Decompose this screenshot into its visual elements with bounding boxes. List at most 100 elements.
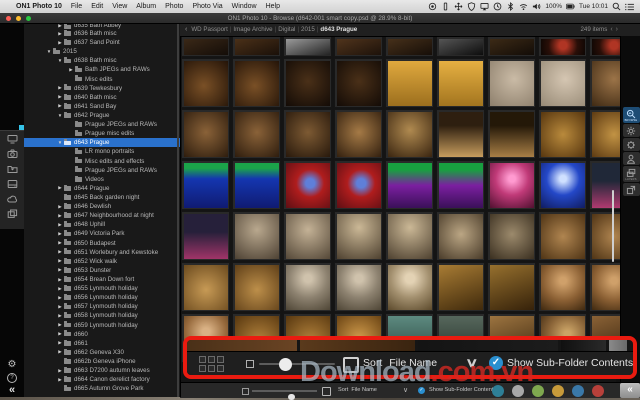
color-label-dot-4[interactable] [552, 385, 564, 397]
folder-tree-item-d645-back-garden-night[interactable]: d645 Back garden night [24, 193, 180, 202]
folder-tree-item-d660[interactable]: ▶d660 [24, 330, 180, 339]
photo-thumbnail[interactable] [487, 262, 536, 312]
photo-thumbnail[interactable] [232, 262, 281, 312]
disclosure-triangle-icon[interactable]: ▼ [57, 113, 63, 118]
photo-thumbnail[interactable] [334, 160, 383, 210]
folder-tree-item-d636-bath-misc[interactable]: ▶d636 Bath misc [24, 29, 180, 38]
camera-lens-icon[interactable] [428, 2, 437, 11]
folder-tree-item-d662-geneva-x30[interactable]: ▶d662 Geneva X30 [24, 348, 180, 357]
menu-item-view[interactable]: View [112, 3, 127, 10]
help-icon[interactable]: ? [7, 373, 17, 383]
folder-tree-item-d661[interactable]: ▶d661 [24, 339, 180, 348]
folder-tree-item-prague-jpegs-and-raws[interactable]: Prague JPEGs and RAWs [24, 120, 180, 129]
preferences-gear-icon[interactable]: ⚙ [8, 360, 17, 370]
disclosure-triangle-icon[interactable]: ▶ [57, 222, 63, 228]
photo-thumbnail[interactable] [538, 160, 587, 210]
disclosure-triangle-icon[interactable]: ▶ [57, 31, 63, 37]
folder-tree-item-d642-prague[interactable]: ▼d642 Prague [24, 111, 180, 120]
page-prev-icon[interactable]: ‹ [610, 26, 612, 33]
menu-item-photo-via[interactable]: Photo Via [192, 3, 222, 10]
photo-thumbnail[interactable] [334, 109, 383, 159]
photo-thumbnail[interactable] [436, 58, 485, 108]
collapse-left-panel-icon[interactable]: « [9, 386, 15, 395]
disclosure-triangle-icon[interactable]: ▶ [57, 213, 63, 219]
disclosure-triangle-icon[interactable]: ▶ [57, 249, 63, 255]
folder-tree-item-d641-sand-bay[interactable]: ▶d641 Sand Bay [24, 102, 180, 111]
disclosure-triangle-icon[interactable]: ▶ [57, 103, 63, 109]
folder-tree-item-videos[interactable]: Videos [24, 175, 180, 184]
folder-tree-item-d662b-geneva-iphone[interactable]: d662b Geneva iPhone [24, 357, 180, 366]
disclosure-triangle-icon[interactable]: ▶ [57, 40, 63, 46]
photo-thumbnail[interactable] [181, 262, 230, 312]
photo-thumbnail[interactable] [538, 262, 587, 312]
photo-thumbnail[interactable] [181, 160, 230, 210]
photo-thumbnail[interactable] [487, 36, 536, 57]
folder-tree-item-d656-lynmouth-holiday[interactable]: ▶d656 Lynmouth holiday [24, 293, 180, 302]
folder-tree-item-2015[interactable]: ▼2015 [24, 47, 180, 56]
wifi-icon[interactable] [519, 2, 528, 11]
photo-thumbnail[interactable] [385, 262, 434, 312]
module-enhance-button[interactable] [623, 124, 640, 137]
disclosure-triangle-icon[interactable]: ▼ [57, 58, 63, 63]
shield-icon[interactable] [467, 2, 476, 11]
menu-item-file[interactable]: File [71, 3, 82, 10]
folder-tree-item-d646-dewlish[interactable]: ▶d646 Dewlish [24, 202, 180, 211]
folder-tree-item-d651-worlebury-and-kewstoke[interactable]: ▶d651 Worlebury and Kewstoke [24, 248, 180, 257]
airplay-display-icon[interactable] [480, 2, 489, 11]
folder-tree-item-d665-autumn-grove-park[interactable]: d665 Autumn Grove Park [24, 384, 180, 393]
cloud-icon[interactable] [0, 191, 24, 206]
menu-item-edit[interactable]: Edit [91, 3, 103, 10]
folder-tree-item-d659-lynmouth-holiday[interactable]: ▶d659 Lynmouth holiday [24, 321, 180, 330]
photo-thumbnail[interactable] [283, 36, 332, 57]
disclosure-triangle-icon[interactable]: ▶ [57, 368, 63, 374]
color-label-dot-3[interactable] [532, 385, 544, 397]
camera-icon[interactable] [0, 146, 24, 161]
display-icon[interactable] [0, 131, 24, 146]
app-menu-title[interactable]: ON1 Photo 10 [16, 3, 62, 10]
clock-icon[interactable] [493, 2, 502, 11]
photo-thumbnail[interactable] [487, 109, 536, 159]
folder-tree-item-d655-lynmouth-holiday[interactable]: ▶d655 Lynmouth holiday [24, 284, 180, 293]
photo-thumbnail[interactable] [436, 36, 485, 57]
photo-thumbnail[interactable] [385, 36, 434, 57]
disclosure-triangle-icon[interactable]: ▶ [57, 349, 63, 355]
thumbnail-size-slider[interactable] [252, 390, 317, 392]
folder-tree-item-misc-edits[interactable]: Misc edits [24, 75, 180, 84]
collapse-filmstrip-button[interactable]: « [620, 383, 640, 398]
menu-item-album[interactable]: Album [136, 3, 156, 10]
disclosure-triangle-icon[interactable]: ▶ [57, 322, 63, 328]
module-browse-button[interactable]: BROWSE [623, 107, 640, 123]
module-resize-button[interactable] [623, 183, 640, 196]
photo-thumbnail[interactable] [232, 160, 281, 210]
menu-item-window[interactable]: Window [232, 3, 257, 10]
folder-tree-item-d648-uphill[interactable]: ▶d648 Uphill [24, 220, 180, 229]
folder-tree-item-d650-budapest[interactable]: ▶d650 Budapest [24, 239, 180, 248]
folder-tree-scrollbar[interactable] [177, 23, 179, 397]
photo-thumbnail[interactable] [436, 160, 485, 210]
folder-tree-item-d664-canon-derelict-factory[interactable]: ▶d664 Canon derelict factory [24, 375, 180, 384]
photo-thumbnail[interactable] [181, 58, 230, 108]
photo-thumbnail[interactable] [181, 36, 230, 57]
disclosure-triangle-icon[interactable]: ▶ [57, 377, 63, 383]
page-next-icon[interactable]: › [616, 26, 618, 33]
menu-bar-clock[interactable]: Tue 10:01 [579, 3, 608, 10]
photo-thumbnail[interactable] [538, 58, 587, 108]
disclosure-triangle-icon[interactable]: ▶ [57, 258, 63, 264]
photo-thumbnail[interactable] [487, 160, 536, 210]
disclosure-triangle-icon[interactable]: ▶ [57, 204, 63, 210]
folder-tree-item-d663-d7200-autumn-leaves[interactable]: ▶d663 D7200 autumn leaves [24, 366, 180, 375]
menu-item-help[interactable]: Help [266, 3, 280, 10]
menu-item-photo[interactable]: Photo [165, 3, 183, 10]
color-label-dot-5[interactable] [572, 385, 584, 397]
grid-scrollbar[interactable] [612, 190, 614, 262]
photo-thumbnail[interactable] [385, 160, 434, 210]
photo-thumbnail[interactable] [487, 58, 536, 108]
photo-thumbnail[interactable] [334, 58, 383, 108]
disclosure-triangle-icon[interactable]: ▼ [46, 49, 52, 54]
battery-small-icon[interactable] [441, 2, 450, 11]
folder-tree-item-bath-jpegs-and-raws[interactable]: ▶Bath JPEGs and RAWs [24, 65, 180, 74]
disclosure-triangle-icon[interactable]: ▶ [57, 295, 63, 301]
photo-thumbnail[interactable] [385, 109, 434, 159]
folder-tree-item-d643-prague[interactable]: ▼d643 Prague [24, 138, 180, 147]
folder-tree-item-d652-wick-walk[interactable]: ▶d652 Wick walk [24, 257, 180, 266]
